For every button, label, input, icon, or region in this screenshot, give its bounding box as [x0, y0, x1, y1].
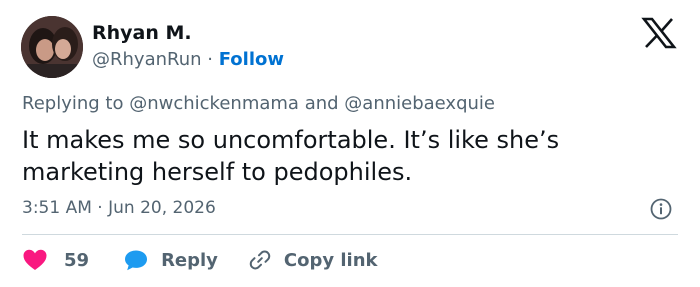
avatar[interactable]	[21, 16, 83, 78]
author-handle-row: @RhyanRun · Follow	[92, 48, 284, 72]
reply-label: Reply	[161, 249, 218, 271]
reply-context: Replying to @nwchickenmama and @anniebae…	[22, 92, 495, 116]
like-button[interactable]: 59	[22, 248, 89, 272]
tweet-text-line: It makes me so uncomfortable. It’s like …	[22, 126, 560, 154]
tweet-card: Rhyan M. @RhyanRun · Follow Replying to …	[0, 0, 700, 287]
copy-link-button[interactable]: Copy link	[248, 248, 378, 272]
divider	[22, 234, 678, 235]
tweet-date: Jun 20, 2026	[108, 198, 216, 218]
reply-prefix: Replying to	[22, 93, 124, 114]
author-handle[interactable]: @RhyanRun	[92, 49, 202, 70]
link-icon	[249, 250, 271, 270]
handle-separator: ·	[207, 49, 213, 70]
copy-link-label: Copy link	[283, 249, 378, 271]
info-icon[interactable]	[650, 198, 672, 220]
x-logo-icon[interactable]	[640, 16, 678, 50]
like-count: 59	[64, 249, 90, 271]
mention-anniebaexquie[interactable]: @anniebaexquie	[344, 93, 495, 114]
mention-nwchickenmama[interactable]: @nwchickenmama	[129, 93, 299, 114]
author-name[interactable]: Rhyan M.	[92, 21, 192, 45]
follow-button[interactable]: Follow	[219, 49, 284, 70]
reply-button[interactable]: Reply	[123, 248, 218, 272]
tweet-timestamp[interactable]: 3:51 AM · Jun 20, 2026	[22, 196, 216, 220]
timestamp-separator: ·	[97, 198, 103, 218]
reply-conjunction: and	[304, 93, 339, 114]
avatar-photo	[21, 16, 83, 78]
action-bar: 59 Reply Copy link	[22, 247, 378, 273]
tweet-time: 3:51 AM	[22, 198, 92, 218]
heart-icon	[23, 249, 47, 270]
tweet-text-line: marketing herself to pedophiles.	[22, 158, 413, 186]
chat-bubble-icon	[125, 250, 148, 271]
tweet-text: It makes me so uncomfortable. It’s like …	[22, 124, 662, 188]
